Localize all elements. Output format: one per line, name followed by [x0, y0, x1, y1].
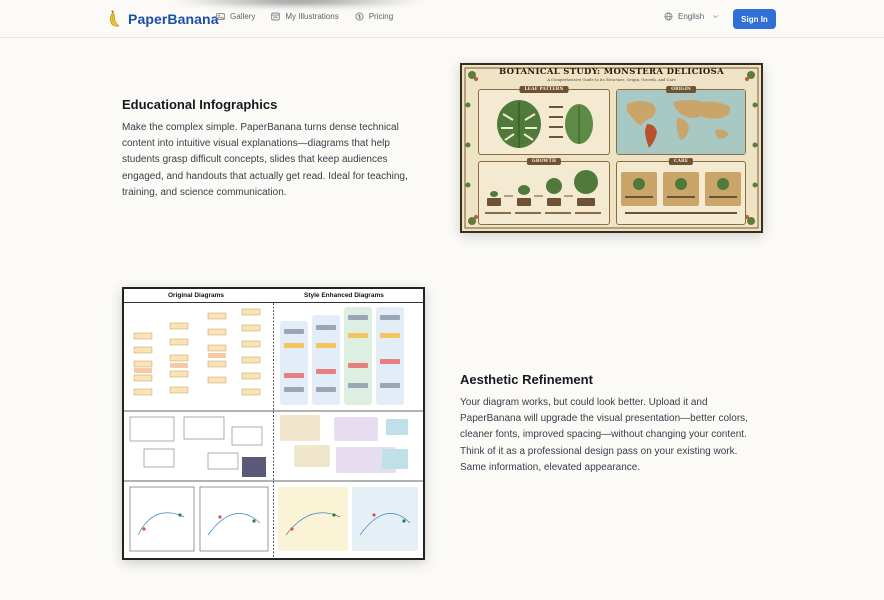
nav-my-illustrations-label: My Illustrations	[285, 12, 339, 21]
style-enhanced-diagrams-heading: Style Enhanced Diagrams	[304, 292, 384, 299]
language-selector[interactable]: English	[664, 12, 719, 21]
world-map-illustration	[617, 90, 745, 154]
nav-gallery-label: Gallery	[230, 12, 256, 21]
nav-gallery[interactable]: Gallery	[216, 12, 255, 21]
botanical-infographic-image: BOTANICAL STUDY: MONSTERA DELICIOSA A Co…	[460, 63, 763, 233]
globe-icon	[664, 12, 673, 21]
nav-my-illustrations[interactable]: My Illustrations	[271, 12, 339, 21]
growth-panel: GROWTH	[478, 158, 610, 225]
aesthetic-refinement-description: Your diagram works, but could look bette…	[460, 397, 748, 473]
educational-infographics-title: Educational Infographics	[122, 97, 278, 112]
care-label: CARE	[668, 158, 694, 165]
brand[interactable]: PaperBanana	[108, 10, 219, 28]
header-blur-artifact	[168, 0, 428, 8]
aesthetic-refinement-title: Aesthetic Refinement	[460, 372, 593, 387]
image-icon	[216, 12, 225, 21]
origin-label: ORIGIN	[666, 86, 696, 93]
origin-panel: ORIGIN	[616, 86, 746, 155]
main-nav: Gallery My Illustrations Pricing	[216, 12, 393, 21]
growth-label: GROWTH	[526, 158, 562, 165]
educational-infographics-description: Make the complex simple. PaperBanana tur…	[122, 122, 408, 198]
top-navigation-bar: PaperBanana Gallery My Illustrations Pri…	[0, 0, 884, 38]
care-panel: CARE	[616, 158, 746, 225]
growth-stages-illustration	[485, 170, 601, 214]
leaf-pattern-panel: LEAF PATTERN	[478, 86, 610, 155]
brand-name: PaperBanana	[128, 11, 219, 27]
poster-title: BOTANICAL STUDY: MONSTERA DELICIOSA	[499, 67, 724, 77]
poster-subtitle: A Comprehensive Guide to its Structure, …	[547, 77, 676, 82]
care-tips-illustration	[621, 172, 741, 214]
monstera-leaf-illustration	[497, 100, 593, 148]
sign-in-button[interactable]: Sign In	[733, 9, 776, 29]
images-icon	[271, 12, 281, 21]
original-diagrams-heading: Original Diagrams	[168, 292, 224, 299]
diagram-comparison-image: Original Diagrams Style Enhanced Diagram…	[122, 287, 425, 560]
nav-pricing[interactable]: Pricing	[355, 12, 393, 21]
nav-pricing-label: Pricing	[368, 12, 394, 21]
leaf-pattern-label: LEAF PATTERN	[519, 86, 569, 93]
chevron-down-icon	[713, 15, 719, 19]
banana-logo-icon	[110, 10, 120, 27]
coin-icon	[355, 12, 364, 21]
diagram-comparison-illustration	[124, 303, 423, 558]
language-label: English	[678, 12, 705, 21]
